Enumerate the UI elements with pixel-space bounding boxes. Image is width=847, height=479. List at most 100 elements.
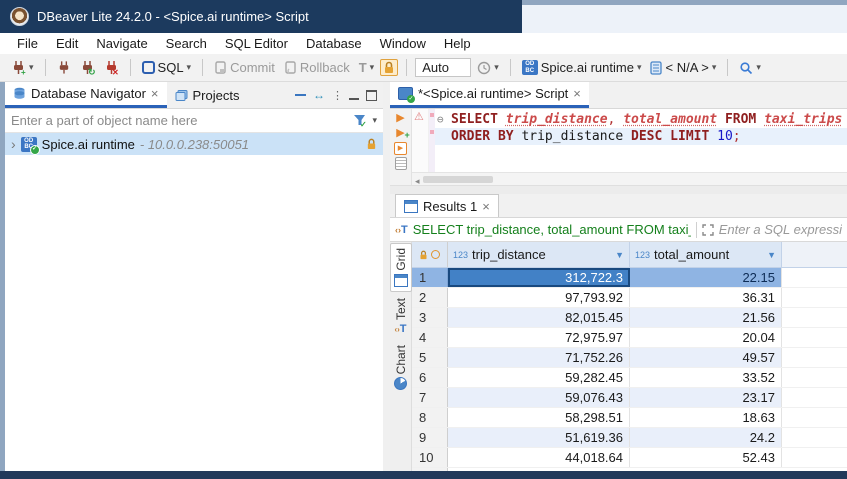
row-number-cell[interactable]: 7	[412, 388, 448, 407]
editor-horizontal-scrollbar[interactable]	[412, 172, 847, 185]
expand-panel-icon[interactable]	[702, 224, 714, 236]
trip-distance-cell[interactable]: 82,015.45	[448, 308, 630, 327]
trip-distance-cell[interactable]: 71,752.26	[448, 348, 630, 367]
code-line-2: ORDER BY trip_distance DESC LIMIT 10;	[435, 128, 847, 145]
total-amount-cell[interactable]: 20.04	[630, 328, 782, 347]
autocommit-mode-select[interactable]: Auto	[415, 58, 471, 77]
script-icon[interactable]	[395, 157, 407, 170]
total-amount-cell[interactable]: 21.56	[630, 308, 782, 327]
trip-distance-cell[interactable]: 44,018.64	[448, 448, 630, 467]
sql-identifier-link[interactable]: taxi_trips	[764, 112, 842, 127]
tab-projects[interactable]: Projects	[167, 82, 248, 108]
execute-statement-icon[interactable]: ▶	[396, 112, 404, 125]
trip-distance-cell[interactable]: 58,298.51	[448, 408, 630, 427]
row-number-cell[interactable]: 6	[412, 368, 448, 387]
scroll-left-arrow-icon[interactable]	[412, 172, 423, 187]
maximize-icon[interactable]	[366, 90, 377, 101]
sql-identifier-link[interactable]: trip_distance	[506, 112, 608, 127]
total-amount-cell[interactable]: 33.52	[630, 368, 782, 387]
transaction-history-button[interactable]: ▾	[474, 59, 502, 77]
transaction-caret-icon: ▾	[370, 63, 375, 72]
results-filter-bar: ‹›T SELECT trip_distance, total_amount F…	[390, 218, 847, 242]
rollback-button[interactable]: Rollback	[281, 58, 353, 77]
tree-item-connection[interactable]: ODBC✓ Spice.ai runtime - 10.0.0.238:5005…	[5, 133, 383, 155]
search-button[interactable]: ▾	[736, 59, 764, 77]
table-row: 951,619.3624.2	[412, 428, 847, 448]
reconnect-button[interactable]: ↻	[77, 58, 98, 77]
tab-sql-script[interactable]: *<Spice.ai runtime> Script	[390, 82, 589, 108]
connect-button[interactable]: + ▾	[8, 58, 37, 77]
view-menu-icon[interactable]: ⋮	[332, 89, 342, 102]
close-icon[interactable]	[573, 86, 581, 101]
row-number-cell[interactable]: 8	[412, 408, 448, 427]
total-amount-cell[interactable]: 49.57	[630, 348, 782, 367]
filter-funnel-icon[interactable]: ✓	[353, 114, 367, 127]
link-with-editor-icon[interactable]: ↔	[313, 89, 325, 101]
fold-collapse-icon[interactable]: ⊖	[437, 111, 451, 128]
close-icon[interactable]	[482, 199, 490, 214]
row-number-cell[interactable]: 9	[412, 428, 448, 447]
total-amount-cell[interactable]: 23.17	[630, 388, 782, 407]
total-amount-cell[interactable]: 22.15	[630, 268, 782, 287]
tab-text-view[interactable]: Text ‹›T	[391, 294, 411, 339]
column-header-total-amount[interactable]: 123 total_amount ▼	[630, 242, 782, 267]
total-amount-cell[interactable]: 36.31	[630, 288, 782, 307]
sql-identifier-link[interactable]: total_amount	[623, 112, 717, 127]
menu-help[interactable]: Help	[435, 33, 480, 54]
filter-caret-icon[interactable]: ▾	[372, 116, 377, 125]
transaction-log-button[interactable]: T ▾	[356, 58, 377, 77]
row-number-cell[interactable]: 5	[412, 348, 448, 367]
collapse-all-icon[interactable]	[295, 94, 306, 96]
column-filter-caret-icon[interactable]: ▼	[615, 250, 624, 260]
trip-distance-cell[interactable]: 72,975.97	[448, 328, 630, 347]
chevron-right-icon[interactable]	[11, 137, 16, 152]
menu-search[interactable]: Search	[157, 33, 216, 54]
menu-file[interactable]: File	[8, 33, 47, 54]
invalidate-connection-button[interactable]	[54, 58, 74, 77]
trip-distance-cell[interactable]: 59,076.43	[448, 388, 630, 407]
disconnect-button[interactable]: ✕	[101, 58, 122, 77]
trip-distance-cell[interactable]: 97,793.92	[448, 288, 630, 307]
autocommit-toggle-button[interactable]	[380, 59, 398, 76]
object-filter-input[interactable]: Enter a part of object name here	[11, 113, 348, 128]
menu-sql-editor[interactable]: SQL Editor	[216, 33, 297, 54]
tab-results-1[interactable]: Results 1	[395, 194, 499, 217]
row-number-cell[interactable]: 2	[412, 288, 448, 307]
total-amount-cell[interactable]: 24.2	[630, 428, 782, 447]
history-caret-icon: ▾	[494, 63, 499, 72]
menu-database[interactable]: Database	[297, 33, 371, 54]
results-splitter[interactable]	[390, 185, 847, 194]
close-icon[interactable]	[151, 86, 159, 101]
menu-window[interactable]: Window	[371, 33, 435, 54]
tab-grid-view[interactable]: Grid	[390, 243, 412, 292]
menu-edit[interactable]: Edit	[47, 33, 87, 54]
total-amount-cell[interactable]: 18.63	[630, 408, 782, 427]
tab-chart-view[interactable]: Chart	[391, 341, 411, 394]
column-filter-caret-icon[interactable]: ▼	[767, 250, 776, 260]
menu-navigate[interactable]: Navigate	[87, 33, 156, 54]
row-number-cell[interactable]: 4	[412, 328, 448, 347]
execute-script-icon[interactable]: ▶	[394, 142, 407, 155]
tab-text-label: Text	[394, 298, 408, 320]
connection-selector[interactable]: ODBC Spice.ai runtime ▾	[519, 58, 645, 77]
panel-splitter[interactable]	[383, 82, 390, 471]
trip-distance-cell[interactable]: 51,619.36	[448, 428, 630, 447]
execute-new-tab-icon[interactable]: ▶	[396, 127, 404, 140]
sql-editor-button[interactable]: SQL ▾	[139, 58, 195, 77]
schema-selector[interactable]: < N/A > ▾	[647, 58, 719, 77]
sql-label: SQL	[158, 60, 184, 75]
minimize-icon[interactable]	[349, 91, 359, 100]
column-header-trip-distance[interactable]: 123 trip_distance ▼	[448, 242, 630, 267]
commit-button[interactable]: Commit	[211, 58, 278, 77]
total-amount-cell[interactable]: 52.43	[630, 448, 782, 467]
trip-distance-cell[interactable]: 312,722.3	[448, 268, 630, 287]
row-number-cell[interactable]: 1	[412, 268, 448, 287]
trip-distance-cell[interactable]: 59,282.45	[448, 368, 630, 387]
grid-corner-cell[interactable]	[412, 242, 448, 267]
tab-database-navigator[interactable]: Database Navigator	[5, 82, 167, 108]
sql-expression-filter-input[interactable]: Enter a SQL expression to filter results	[719, 222, 842, 237]
rollback-label: Rollback	[300, 60, 350, 75]
scrollbar-thumb[interactable]	[423, 176, 493, 183]
row-number-cell[interactable]: 3	[412, 308, 448, 327]
row-number-cell[interactable]: 10	[412, 448, 448, 467]
